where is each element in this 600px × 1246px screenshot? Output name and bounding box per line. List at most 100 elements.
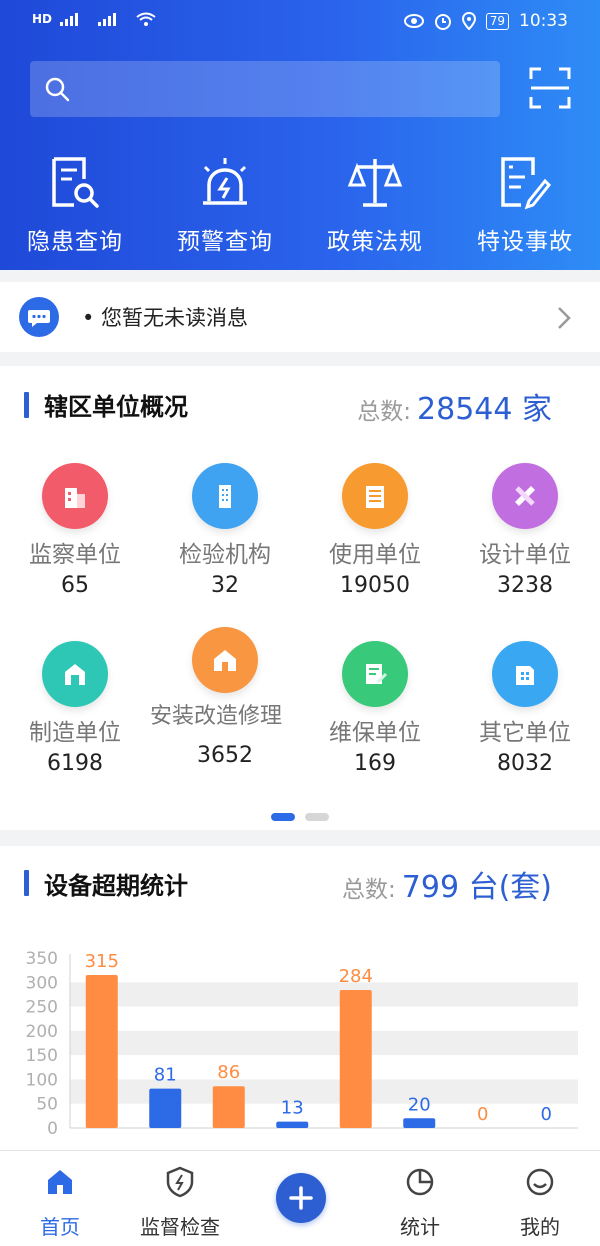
unit-name: 检验机构 bbox=[179, 542, 271, 568]
pager-dots[interactable] bbox=[271, 813, 329, 821]
unit-user[interactable]: 使用单位 19050 bbox=[300, 463, 450, 598]
unit-count: 32 bbox=[211, 573, 239, 598]
signal-icon bbox=[98, 13, 117, 26]
y-tick-label: 50 bbox=[36, 1095, 58, 1115]
bar[interactable] bbox=[212, 1086, 245, 1128]
tab-home[interactable]: 首页 bbox=[0, 1163, 120, 1240]
unit-inspection[interactable]: 监察单位 65 bbox=[0, 463, 150, 598]
unit-design[interactable]: 设计单位 3238 bbox=[450, 463, 600, 598]
quick-action-label: 特设事故 bbox=[477, 229, 573, 255]
plus-icon bbox=[289, 1186, 313, 1210]
bar-value-label: 0 bbox=[541, 1104, 552, 1125]
unit-testing[interactable]: 检验机构 32 bbox=[150, 463, 300, 598]
unit-name: 其它单位 bbox=[479, 720, 571, 746]
unit-installation[interactable]: 安装改造修理 3652 bbox=[150, 627, 300, 768]
total-label: 总数: bbox=[357, 399, 412, 425]
location-icon bbox=[461, 12, 476, 30]
bar-value-label: 0 bbox=[477, 1104, 488, 1125]
unit-count: 19050 bbox=[340, 573, 410, 598]
chevron-right-icon bbox=[558, 307, 571, 329]
home-icon bbox=[48, 1170, 72, 1194]
quick-action-label: 隐患查询 bbox=[27, 229, 123, 255]
units-overview-card: 辖区单位概况 总数: 28544 家 监察单位 65 检验机构 32 使用单位 1… bbox=[0, 366, 600, 830]
report-edit-icon bbox=[501, 157, 552, 210]
header: HD 79 10:33 隐患查询 预警查询 政策法规 特设事故 bbox=[0, 0, 600, 270]
bar-value-label: 86 bbox=[217, 1062, 240, 1083]
total-value: 799 台(套) bbox=[401, 870, 552, 905]
quick-action-label: 政策法规 bbox=[327, 229, 423, 255]
unit-other[interactable]: 其它单位 8032 bbox=[450, 641, 600, 776]
unit-name: 监察单位 bbox=[29, 542, 121, 568]
bar-value-label: 315 bbox=[85, 951, 119, 972]
total-value: 28544 家 bbox=[417, 392, 552, 427]
pager-dot[interactable] bbox=[305, 813, 329, 821]
unit-maintenance[interactable]: 维保单位 169 bbox=[300, 641, 450, 776]
quick-action-hazard-query[interactable]: 隐患查询 bbox=[0, 150, 150, 256]
add-button[interactable] bbox=[276, 1173, 326, 1223]
y-tick-label: 0 bbox=[47, 1119, 58, 1139]
unit-count: 169 bbox=[354, 751, 396, 776]
tab-supervision[interactable]: 监督检查 bbox=[120, 1163, 240, 1240]
grid-band bbox=[70, 982, 578, 1007]
bar[interactable] bbox=[339, 990, 372, 1128]
bar[interactable] bbox=[276, 1121, 309, 1128]
tab-label: 我的 bbox=[520, 1215, 560, 1239]
bar[interactable] bbox=[85, 975, 118, 1128]
other-building-icon bbox=[492, 641, 558, 707]
status-bar: HD 79 10:33 bbox=[0, 0, 600, 46]
battery-indicator: 79 bbox=[485, 12, 509, 30]
grid-band bbox=[70, 1030, 578, 1056]
unit-name: 使用单位 bbox=[329, 542, 421, 568]
pie-chart-icon bbox=[406, 1168, 434, 1196]
grid-band bbox=[70, 1079, 578, 1104]
hd-indicator: HD bbox=[32, 12, 53, 26]
quick-action-warning-query[interactable]: 预警查询 bbox=[150, 150, 300, 256]
search-input[interactable] bbox=[30, 61, 500, 117]
overdue-bar-chart: 050100150200250300350 31581 861328420 0 0 bbox=[26, 949, 578, 1139]
document-search-icon bbox=[52, 157, 99, 208]
unit-name: 制造单位 bbox=[29, 720, 121, 746]
building-icon bbox=[42, 463, 108, 529]
wifi-icon bbox=[136, 12, 156, 26]
bar-value-label: 20 bbox=[408, 1094, 431, 1115]
pager-dot-active[interactable] bbox=[271, 813, 295, 821]
search-icon bbox=[45, 77, 70, 102]
message-text: • 您暂无未读消息 bbox=[82, 306, 249, 330]
signal-icon bbox=[60, 13, 79, 26]
smile-icon bbox=[526, 1168, 554, 1196]
quick-action-accident[interactable]: 特设事故 bbox=[450, 150, 600, 256]
tab-statistics[interactable]: 统计 bbox=[360, 1163, 480, 1240]
total-label: 总数: bbox=[342, 877, 396, 903]
bar[interactable] bbox=[149, 1088, 182, 1128]
scan-button[interactable] bbox=[528, 66, 572, 110]
unit-name: 维保单位 bbox=[329, 720, 421, 746]
y-tick-label: 150 bbox=[26, 1046, 58, 1066]
quick-action-policy[interactable]: 政策法规 bbox=[300, 150, 450, 256]
tab-label: 统计 bbox=[400, 1215, 440, 1239]
message-bar[interactable]: • 您暂无未读消息 bbox=[0, 282, 600, 352]
bar-value-label: 81 bbox=[154, 1065, 177, 1086]
bar-value-label: 284 bbox=[339, 966, 373, 987]
units-total: 总数: 28544 家 bbox=[357, 384, 552, 428]
shield-bolt-icon bbox=[166, 1166, 194, 1198]
quick-action-label: 预警查询 bbox=[177, 229, 273, 255]
clock: 10:33 bbox=[519, 11, 568, 31]
office-icon bbox=[342, 463, 408, 529]
tab-profile[interactable]: 我的 bbox=[480, 1163, 600, 1240]
ruler-pencil-icon bbox=[492, 463, 558, 529]
unit-count: 65 bbox=[61, 573, 89, 598]
section-title: 设备超期统计 bbox=[44, 872, 188, 900]
house-tools-icon bbox=[192, 627, 258, 693]
bar[interactable] bbox=[403, 1118, 436, 1128]
eye-icon bbox=[403, 14, 424, 28]
y-tick-label: 350 bbox=[26, 949, 58, 969]
scales-icon bbox=[347, 159, 403, 207]
unit-count: 3652 bbox=[197, 743, 253, 768]
alarm-icon bbox=[434, 14, 451, 30]
unit-manufacturer[interactable]: 制造单位 6198 bbox=[0, 641, 150, 776]
unit-name: 安装改造修理 bbox=[150, 704, 283, 729]
scan-icon bbox=[529, 67, 571, 109]
alarm-light-icon bbox=[203, 158, 247, 205]
y-tick-label: 300 bbox=[26, 973, 58, 993]
section-marker bbox=[24, 870, 29, 896]
